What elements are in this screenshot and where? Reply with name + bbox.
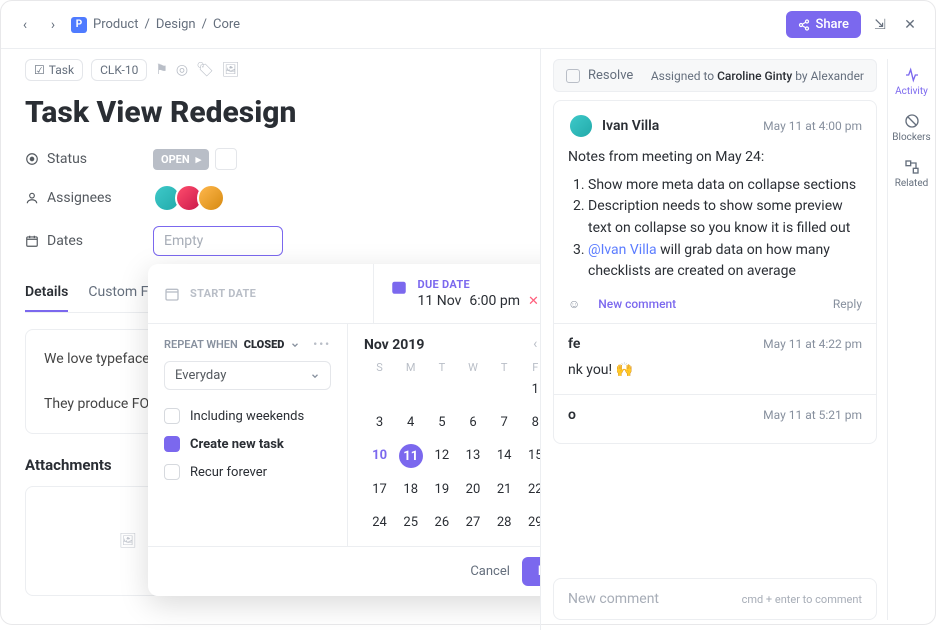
task-id-chip[interactable]: CLK-10 xyxy=(91,59,147,81)
calendar-weekdays: SMTWTFS xyxy=(364,361,540,374)
image-icon[interactable]: 🖼 xyxy=(222,62,240,78)
calendar-day[interactable]: 28 xyxy=(489,511,520,534)
comment-time: May 11 at 4:00 pm xyxy=(763,119,862,133)
calendar-day[interactable]: 10 xyxy=(364,444,395,468)
avatar[interactable] xyxy=(568,113,594,139)
tag-icon[interactable]: 🏷 xyxy=(196,62,214,78)
nav-back[interactable]: ‹ xyxy=(15,15,35,35)
reply-button[interactable]: Reply xyxy=(833,297,862,311)
assigned-to: Assigned to Caroline Ginty by Alexander xyxy=(651,69,864,83)
assignee-avatars[interactable] xyxy=(153,184,225,212)
avatar[interactable] xyxy=(197,184,225,212)
calendar-day[interactable]: 5 xyxy=(426,411,457,434)
calendar-day[interactable]: 4 xyxy=(395,411,426,434)
done-button[interactable]: Done xyxy=(522,557,540,586)
dates-label: Dates xyxy=(25,233,153,249)
task-chip[interactable]: ☑ Task xyxy=(25,59,83,81)
status-value[interactable]: OPEN ▸ xyxy=(153,149,209,170)
due-time-value[interactable]: 6:00 pm xyxy=(469,293,520,309)
calendar-day[interactable]: 3 xyxy=(364,411,395,434)
calendar-day[interactable]: 26 xyxy=(426,511,457,534)
status-complete-button[interactable] xyxy=(215,148,237,170)
calendar-day[interactable]: 17 xyxy=(364,478,395,501)
nav-forward[interactable]: › xyxy=(43,15,63,35)
calendar-day[interactable]: 13 xyxy=(457,444,488,468)
due-date-value[interactable]: 11 Nov xyxy=(418,293,462,309)
close-icon[interactable]: ✕ xyxy=(899,17,921,33)
status-label: Status xyxy=(25,151,153,167)
clear-due-icon[interactable]: ✕ xyxy=(528,294,539,309)
date-popover: START DATE DUE DATE 11 Nov 6:00 pm ✕ xyxy=(148,264,540,596)
calendar-day[interactable]: 22 xyxy=(520,478,540,501)
cancel-button[interactable]: Cancel xyxy=(470,557,510,586)
calendar-day[interactable]: 20 xyxy=(457,478,488,501)
calendar-month: Nov 2019 xyxy=(364,337,424,353)
comment: Ivan Villa May 11 at 4:00 pm Notes from … xyxy=(554,101,876,323)
project-badge: P xyxy=(71,17,87,33)
cal-prev-icon[interactable]: ‹ xyxy=(533,336,537,353)
resolve-bar: Resolve Assigned to Caroline Ginty by Al… xyxy=(553,59,877,92)
new-comment-input[interactable]: New comment cmd + enter to comment xyxy=(553,578,877,620)
calendar-day[interactable]: 1 xyxy=(520,378,540,401)
due-date-label: DUE DATE xyxy=(418,278,539,291)
flag-icon[interactable]: ⚑ xyxy=(155,62,168,78)
breadcrumb[interactable]: P Product / Design / Core xyxy=(71,17,240,33)
comment: fe May 11 at 4:22 pm nk you! 🙌 xyxy=(554,323,876,394)
include-weekends-checkbox[interactable]: Including weekends xyxy=(164,402,331,430)
target-icon[interactable]: ◎ xyxy=(176,62,188,78)
calendar-day[interactable]: 7 xyxy=(489,411,520,434)
recur-forever-checkbox[interactable]: Recur forever xyxy=(164,458,331,486)
calendar-day[interactable]: 27 xyxy=(457,511,488,534)
calendar-day[interactable]: 12 xyxy=(426,444,457,468)
more-icon[interactable]: ••• xyxy=(313,338,331,351)
calendar-day[interactable]: 24 xyxy=(364,511,395,534)
calendar-day[interactable]: 29 xyxy=(520,511,540,534)
rail-activity[interactable]: Activity xyxy=(895,67,928,97)
rail-related[interactable]: Related xyxy=(895,159,929,189)
start-date-button[interactable]: START DATE xyxy=(148,264,373,323)
comment-author: Ivan Villa xyxy=(602,118,659,134)
calendar-day[interactable]: 15 xyxy=(520,444,540,468)
tab-details[interactable]: Details xyxy=(25,274,68,312)
mention-link[interactable]: @Ivan Villa xyxy=(588,242,657,258)
calendar-day[interactable]: 14 xyxy=(489,444,520,468)
repeat-frequency-select[interactable]: Everyday xyxy=(164,361,331,390)
task-title: Task View Redesign xyxy=(25,95,516,130)
new-comment-button[interactable]: New comment xyxy=(598,297,676,311)
resolve-checkbox[interactable] xyxy=(566,69,580,83)
minimize-icon[interactable]: ⇲ xyxy=(869,17,891,33)
assignees-label: Assignees xyxy=(25,190,153,206)
dates-input[interactable]: Empty xyxy=(153,226,283,256)
calendar-day[interactable]: 11 xyxy=(399,444,423,468)
share-button[interactable]: Share xyxy=(786,11,861,38)
calendar-day[interactable]: 8 xyxy=(520,411,540,434)
calendar-grid[interactable]: 1234567891011121314151617181920212223242… xyxy=(364,378,540,534)
emoji-button[interactable]: ☺ xyxy=(568,297,580,311)
calendar-day[interactable]: 18 xyxy=(395,478,426,501)
comment: o May 11 at 5:21 pm xyxy=(554,394,876,443)
calendar-day[interactable]: 21 xyxy=(489,478,520,501)
calendar-day[interactable]: 19 xyxy=(426,478,457,501)
create-new-task-checkbox[interactable]: Create new task xyxy=(164,430,331,458)
rail-blockers[interactable]: Blockers xyxy=(892,113,930,143)
repeat-label[interactable]: REPEAT WHEN CLOSED ••• xyxy=(164,338,331,351)
calendar-day[interactable]: 25 xyxy=(395,511,426,534)
calendar-day[interactable]: 6 xyxy=(457,411,488,434)
